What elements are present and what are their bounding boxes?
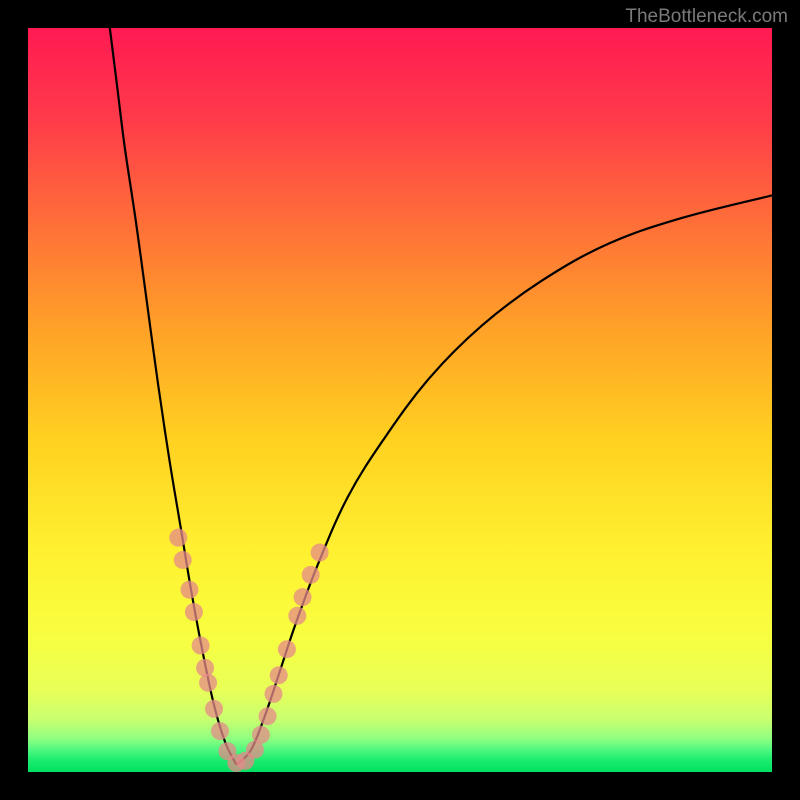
data-marker <box>294 588 312 606</box>
data-marker <box>180 581 198 599</box>
data-marker <box>185 603 203 621</box>
data-marker <box>278 640 296 658</box>
data-marker <box>265 685 283 703</box>
data-marker <box>199 674 217 692</box>
data-marker <box>196 659 214 677</box>
bottleneck-curve <box>28 28 772 772</box>
data-marker <box>288 607 306 625</box>
chart-container: TheBottleneck.com <box>0 0 800 800</box>
data-marker <box>211 722 229 740</box>
data-marker <box>169 529 187 547</box>
data-marker <box>252 726 270 744</box>
data-marker <box>270 666 288 684</box>
watermark-text: TheBottleneck.com <box>625 6 788 28</box>
data-marker <box>205 700 223 718</box>
curve-right-branch <box>236 195 772 764</box>
data-marker <box>259 707 277 725</box>
curve-left-branch <box>110 28 236 765</box>
data-marker <box>302 566 320 584</box>
data-marker <box>192 637 210 655</box>
plot-area <box>28 28 772 772</box>
data-marker <box>311 544 329 562</box>
data-marker <box>174 551 192 569</box>
